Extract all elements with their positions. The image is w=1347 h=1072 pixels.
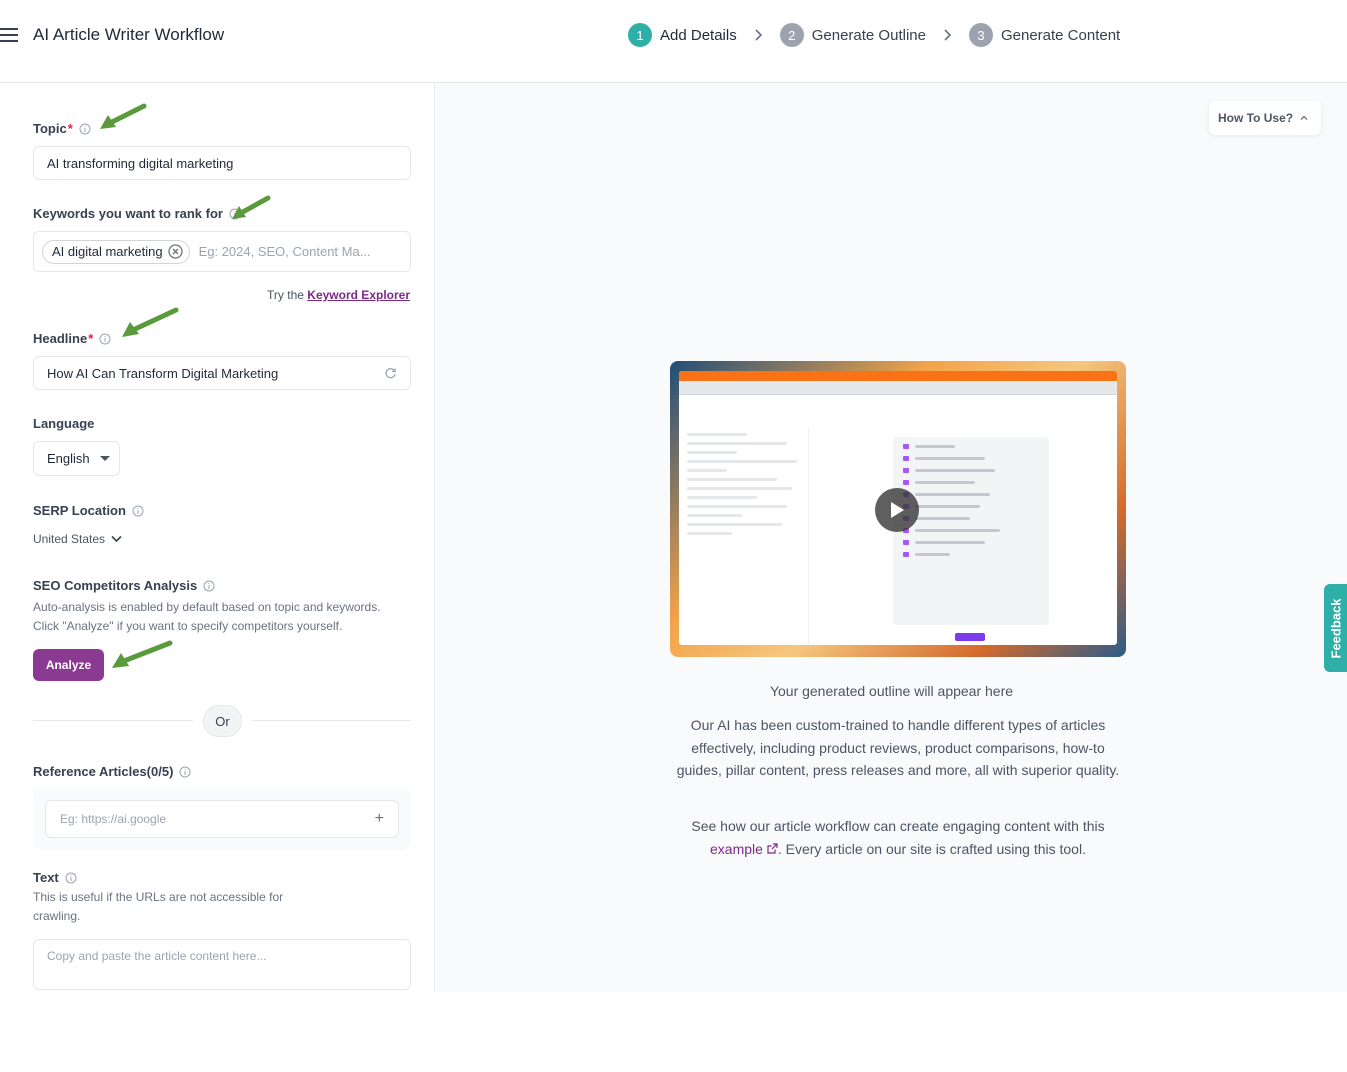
step-label: Generate Content [1000,26,1121,44]
competitors-label-row: SEO Competitors Analysis [33,578,215,593]
chevron-right-icon [942,29,954,41]
keywords-input[interactable]: AI digital marketing Eg: 2024, SEO, Cont… [33,231,411,272]
analyze-button[interactable]: Analyze [33,649,104,681]
serp-location-value: United States [33,532,106,546]
divider-line [33,720,193,721]
plus-icon[interactable]: + [375,810,384,828]
description-line: This is useful if the URLs are not acces… [33,890,284,904]
outline-placeholder-title: Your generated outline will appear here [769,683,1014,699]
chevron-right-icon [753,29,765,41]
reference-placeholder: Eg: https://ai.google [60,812,167,826]
video-button-shape [955,633,985,641]
keywords-placeholder: Eg: 2024, SEO, Content Ma... [198,244,371,259]
info-icon[interactable] [179,766,191,778]
topic-label-row: Topic * [33,121,91,136]
serp-label-row: SERP Location [33,503,144,518]
video-browser-tabs [679,371,1117,381]
video-outline-card [893,437,1049,625]
caret-down-icon [99,456,110,461]
workflow-steps: 1 Add Details 2 Generate Outline 3 Gener… [628,22,1120,48]
example-link[interactable]: example [710,841,778,857]
language-value: English [47,451,90,466]
language-label: Language [33,416,95,431]
step-number: 2 [779,23,804,47]
example-prefix: See how our article workflow can create … [691,818,1105,834]
keyword-explorer-link[interactable]: Keyword Explorer [307,288,410,302]
video-form-column [679,427,809,645]
chevron-down-icon [111,535,122,543]
keywords-label-row: Keywords you want to rank for [33,206,241,221]
tutorial-video-thumbnail[interactable] [670,361,1126,657]
refresh-icon[interactable] [384,367,397,380]
example-link-label: example [710,840,763,857]
keyword-chip: AI digital marketing [42,239,190,264]
hamburger-menu-icon[interactable] [0,28,18,42]
keyword-chip-label: AI digital marketing [52,244,163,259]
serp-location-dropdown[interactable]: United States [33,532,122,546]
topic-input[interactable]: AI transforming digital marketing [33,146,411,180]
text-label-row: Text [33,870,77,885]
description-line: Auto-analysis is enabled by default base… [33,600,381,614]
language-label-row: Language [33,416,94,431]
keywords-label: Keywords you want to rank for [33,206,223,221]
info-icon[interactable] [79,123,91,135]
text-description: This is useful if the URLs are not acces… [33,888,283,926]
description-line: crawling. [33,909,81,923]
feedback-tab[interactable]: Feedback [1324,584,1347,672]
top-header: AI Article Writer Workflow 1 Add Details… [0,0,1347,83]
green-arrow-annotation [112,640,173,668]
or-separator: Or [203,705,242,737]
divider-line [252,720,411,721]
headline-label: Headline [33,331,88,346]
step-number: 1 [628,23,652,47]
required-asterisk: * [88,331,94,346]
preview-description: Our AI has been custom-trained to handle… [676,717,1120,778]
feedback-label: Feedback [1328,598,1344,658]
required-asterisk: * [67,121,73,136]
green-arrow-annotation [122,307,179,337]
preview-example-text: See how our article workflow can create … [670,815,1126,860]
video-browser-bar [679,381,1117,395]
headline-label-row: Headline * [33,331,111,346]
reference-articles-box: Eg: https://ai.google + [33,789,411,850]
headline-value: How AI Can Transform Digital Marketing [47,365,279,381]
green-arrow-annotation [232,195,271,219]
topic-label: Topic [33,121,67,136]
step-label: Add Details [660,26,737,44]
article-text-area[interactable]: Copy and paste the article content here.… [33,939,411,990]
external-link-icon [767,842,778,854]
example-suffix: . Every article on our site is crafted u… [777,840,1086,857]
remove-chip-icon[interactable] [167,244,183,259]
info-icon[interactable] [65,872,77,884]
text-label: Text [33,870,59,885]
play-icon[interactable] [875,488,919,532]
language-select[interactable]: English [33,441,120,476]
preview-panel: How To Use? Your generated outline will … [436,83,1347,992]
info-icon[interactable] [132,505,144,517]
page-title: AI Article Writer Workflow [33,25,225,44]
serp-label: SERP Location [33,503,126,518]
keyword-explorer-hint: Try the Keyword Explorer [267,288,410,302]
reference-url-input[interactable]: Eg: https://ai.google + [45,800,399,838]
how-to-use-button[interactable]: How To Use? [1209,101,1321,135]
step-add-details[interactable]: 1 Add Details [628,23,737,47]
competitors-description: Auto-analysis is enabled by default base… [33,598,381,636]
hint-prefix: Try the [267,288,304,302]
step-number: 3 [968,23,993,47]
info-icon[interactable] [203,580,215,592]
step-generate-outline[interactable]: 2 Generate Outline [779,23,926,47]
headline-input[interactable]: How AI Can Transform Digital Marketing [33,356,411,390]
step-generate-content[interactable]: 3 Generate Content [968,23,1121,47]
competitors-label: SEO Competitors Analysis [33,578,198,593]
reference-label-row: Reference Articles(0/5) [33,764,191,779]
chevron-up-icon [1300,115,1308,120]
how-to-use-label: How To Use? [1218,111,1294,125]
details-form-panel: Topic * AI transforming digital marketing… [0,83,435,992]
text-placeholder: Copy and paste the article content here.… [47,949,267,963]
description-line: Click "Analyze" if you want to specify c… [33,619,343,633]
reference-label: Reference Articles(0/5) [33,764,174,779]
info-icon[interactable] [99,333,111,345]
green-arrow-annotation [100,103,147,129]
step-label: Generate Outline [811,26,926,44]
